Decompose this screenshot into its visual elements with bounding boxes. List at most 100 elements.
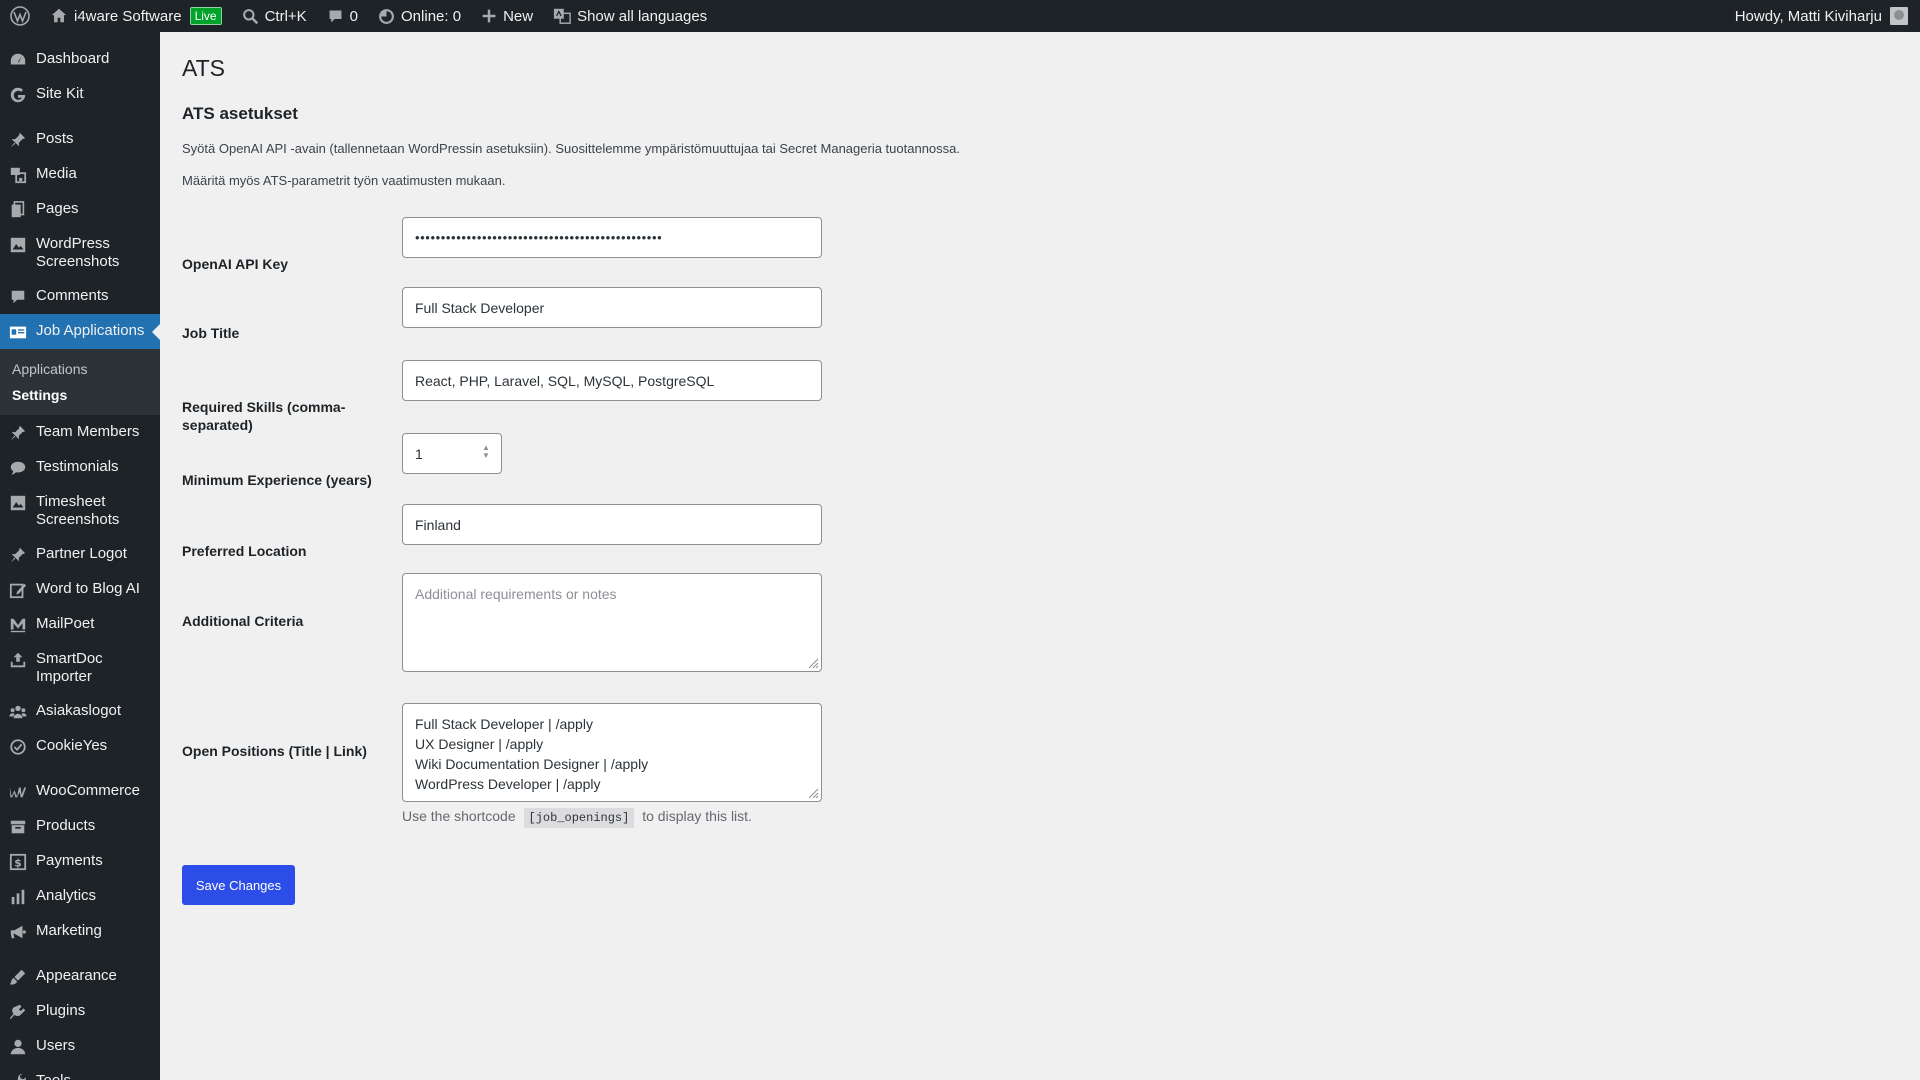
criteria-label: Additional Criteria [182,613,304,629]
google-icon [0,85,36,104]
sidebar-item-tools[interactable]: Tools [0,1064,160,1080]
upload-icon [0,650,36,669]
job-title-row: Job Title [182,294,402,342]
sidebar-item-pages[interactable]: Pages [0,192,160,227]
user-account-menu[interactable]: Howdy, Matti Kiviharju [1725,0,1920,32]
cookie-icon [0,737,36,756]
search-shortcut-label: Ctrl+K [264,7,307,25]
site-name-link[interactable]: i4ware Software Live [40,0,232,32]
location-row: Preferred Location [182,512,402,560]
wordpress-logo-button[interactable] [0,0,40,32]
position-line: WordPress Developer | /apply [415,776,601,792]
shortcode-code: [job_openings] [523,808,635,828]
experience-value: 1 [415,445,423,462]
pin-icon [0,423,36,442]
screenshots-icon [0,235,36,254]
position-line: Wiki Documentation Designer | /apply [415,756,649,772]
svg-text:$: $ [14,857,22,870]
new-content-button[interactable]: New [471,0,543,32]
sidebar-item-partner-logot[interactable]: Partner Logot [0,537,160,572]
sidebar-item-dashboard[interactable]: Dashboard [0,42,160,77]
sidebar-item-analytics[interactable]: Analytics [0,879,160,914]
ats-description: Määritä myös ATS-parametrit työn vaatimu… [182,173,506,189]
sidebar-item-media[interactable]: Media [0,157,160,192]
chevron-down-icon[interactable]: ▼ [482,452,490,460]
location-input[interactable]: Finland [402,504,822,545]
pages-icon [0,200,36,219]
sidebar-item-marketing[interactable]: Marketing [0,914,160,949]
sidebar-item-plugins[interactable]: Plugins [0,994,160,1029]
sidebar-item-mailpoet[interactable]: MailPoet [0,607,160,642]
comment-icon [329,10,342,22]
languages-label: Show all languages [577,7,708,25]
sidebar-item-team-members[interactable]: Team Members [0,415,160,450]
api-key-description: Syötä OpenAI API -avain (tallennetaan Wo… [182,140,960,156]
save-changes-button[interactable]: Save Changes [182,865,295,905]
dollar-icon: $ [0,852,36,871]
positions-textarea[interactable]: Full Stack Developer | /apply UX Designe… [402,703,822,802]
online-status[interactable]: Online: 0 [368,0,471,32]
skills-label: Required Skills (comma-separated) [182,399,346,433]
pin-icon [0,545,36,564]
criteria-placeholder: Additional requirements or notes [415,586,617,602]
sidebar-item-testimonials[interactable]: Testimonials [0,450,160,485]
archive-icon [0,817,36,836]
megaphone-icon [0,922,36,941]
help-text-after: to display this list. [642,808,752,824]
position-line: UX Designer | /apply [415,736,544,752]
location-label: Preferred Location [182,543,307,559]
api-key-row: OpenAI API Key [182,222,402,273]
comments-button[interactable]: 0 [317,0,368,32]
experience-row: Minimum Experience (years) [182,441,402,489]
sidebar-item-cookieyes[interactable]: CookieYes [0,729,160,764]
languages-button[interactable]: Show all languages [543,0,717,32]
comment-icon [0,287,36,306]
skills-input[interactable]: React, PHP, Laravel, SQL, MySQL, Postgre… [402,360,822,401]
plus-icon [482,9,496,23]
experience-number-input[interactable]: 1 ▲ ▼ [402,433,502,474]
bar-chart-icon [0,887,36,906]
help-text-before: Use the shortcode [402,808,516,824]
criteria-textarea[interactable]: Additional requirements or notes [402,573,822,672]
resize-grip-icon[interactable] [808,788,819,799]
speech-bubble-icon [0,458,36,477]
sidebar-item-asiakaslogot[interactable]: Asiakaslogot [0,694,160,729]
sidebar-item-users[interactable]: Users [0,1029,160,1064]
api-key-input[interactable]: ••••••••••••••••••••••••••••••••••••••••… [402,217,822,258]
job-title-input[interactable]: Full Stack Developer [402,287,822,328]
live-badge: Live [189,7,222,25]
sidebar-item-comments[interactable]: Comments [0,279,160,314]
dashboard-icon [0,50,36,69]
admin-sidebar: Dashboard Site Kit Posts Media Pages Wor… [0,32,160,1080]
search-icon [242,8,258,24]
sidebar-item-job-applications[interactable]: Job Applications [0,314,160,349]
sidebar-item-timesheet-screenshots[interactable]: Timesheet Screenshots [0,485,160,537]
online-label: Online: 0 [401,7,462,25]
search-shortcut-button[interactable]: Ctrl+K [232,0,317,32]
sidebar-item-payments[interactable]: $ Payments [0,844,160,879]
sidebar-item-smartdoc-importer[interactable]: SmartDoc Importer [0,642,160,694]
sidebar-item-wordpress-screenshots[interactable]: WordPress Screenshots [0,227,160,279]
job-title-label: Job Title [182,325,240,341]
number-spinner[interactable]: ▲ ▼ [481,444,491,460]
sidebar-item-woocommerce[interactable]: WooCommerce [0,774,160,809]
sidebar-item-site-kit[interactable]: Site Kit [0,77,160,112]
edit-icon [0,580,36,599]
main-content: ATS ATS asetukset Syötä OpenAI API -avai… [160,32,1920,1080]
position-line: Full Stack Developer | /apply [415,716,593,732]
submenu-item-settings[interactable]: Settings [0,382,160,408]
submenu-item-applications[interactable]: Applications [0,356,160,382]
online-status-icon [379,8,394,24]
comments-count: 0 [349,7,359,25]
wordpress-logo-icon [10,6,30,26]
skills-row: Required Skills (comma-separated) [182,368,357,434]
page-title: ATS [182,55,226,81]
sidebar-item-posts[interactable]: Posts [0,122,160,157]
sidebar-item-appearance[interactable]: Appearance [0,959,160,994]
sidebar-item-word-to-blog-ai[interactable]: Word to Blog AI [0,572,160,607]
id-card-icon [0,322,36,341]
resize-grip-icon[interactable] [808,658,819,669]
wrench-icon [0,1072,36,1080]
sidebar-item-products[interactable]: Products [0,809,160,844]
positions-row: Open Positions (Title | Link) [182,712,402,760]
